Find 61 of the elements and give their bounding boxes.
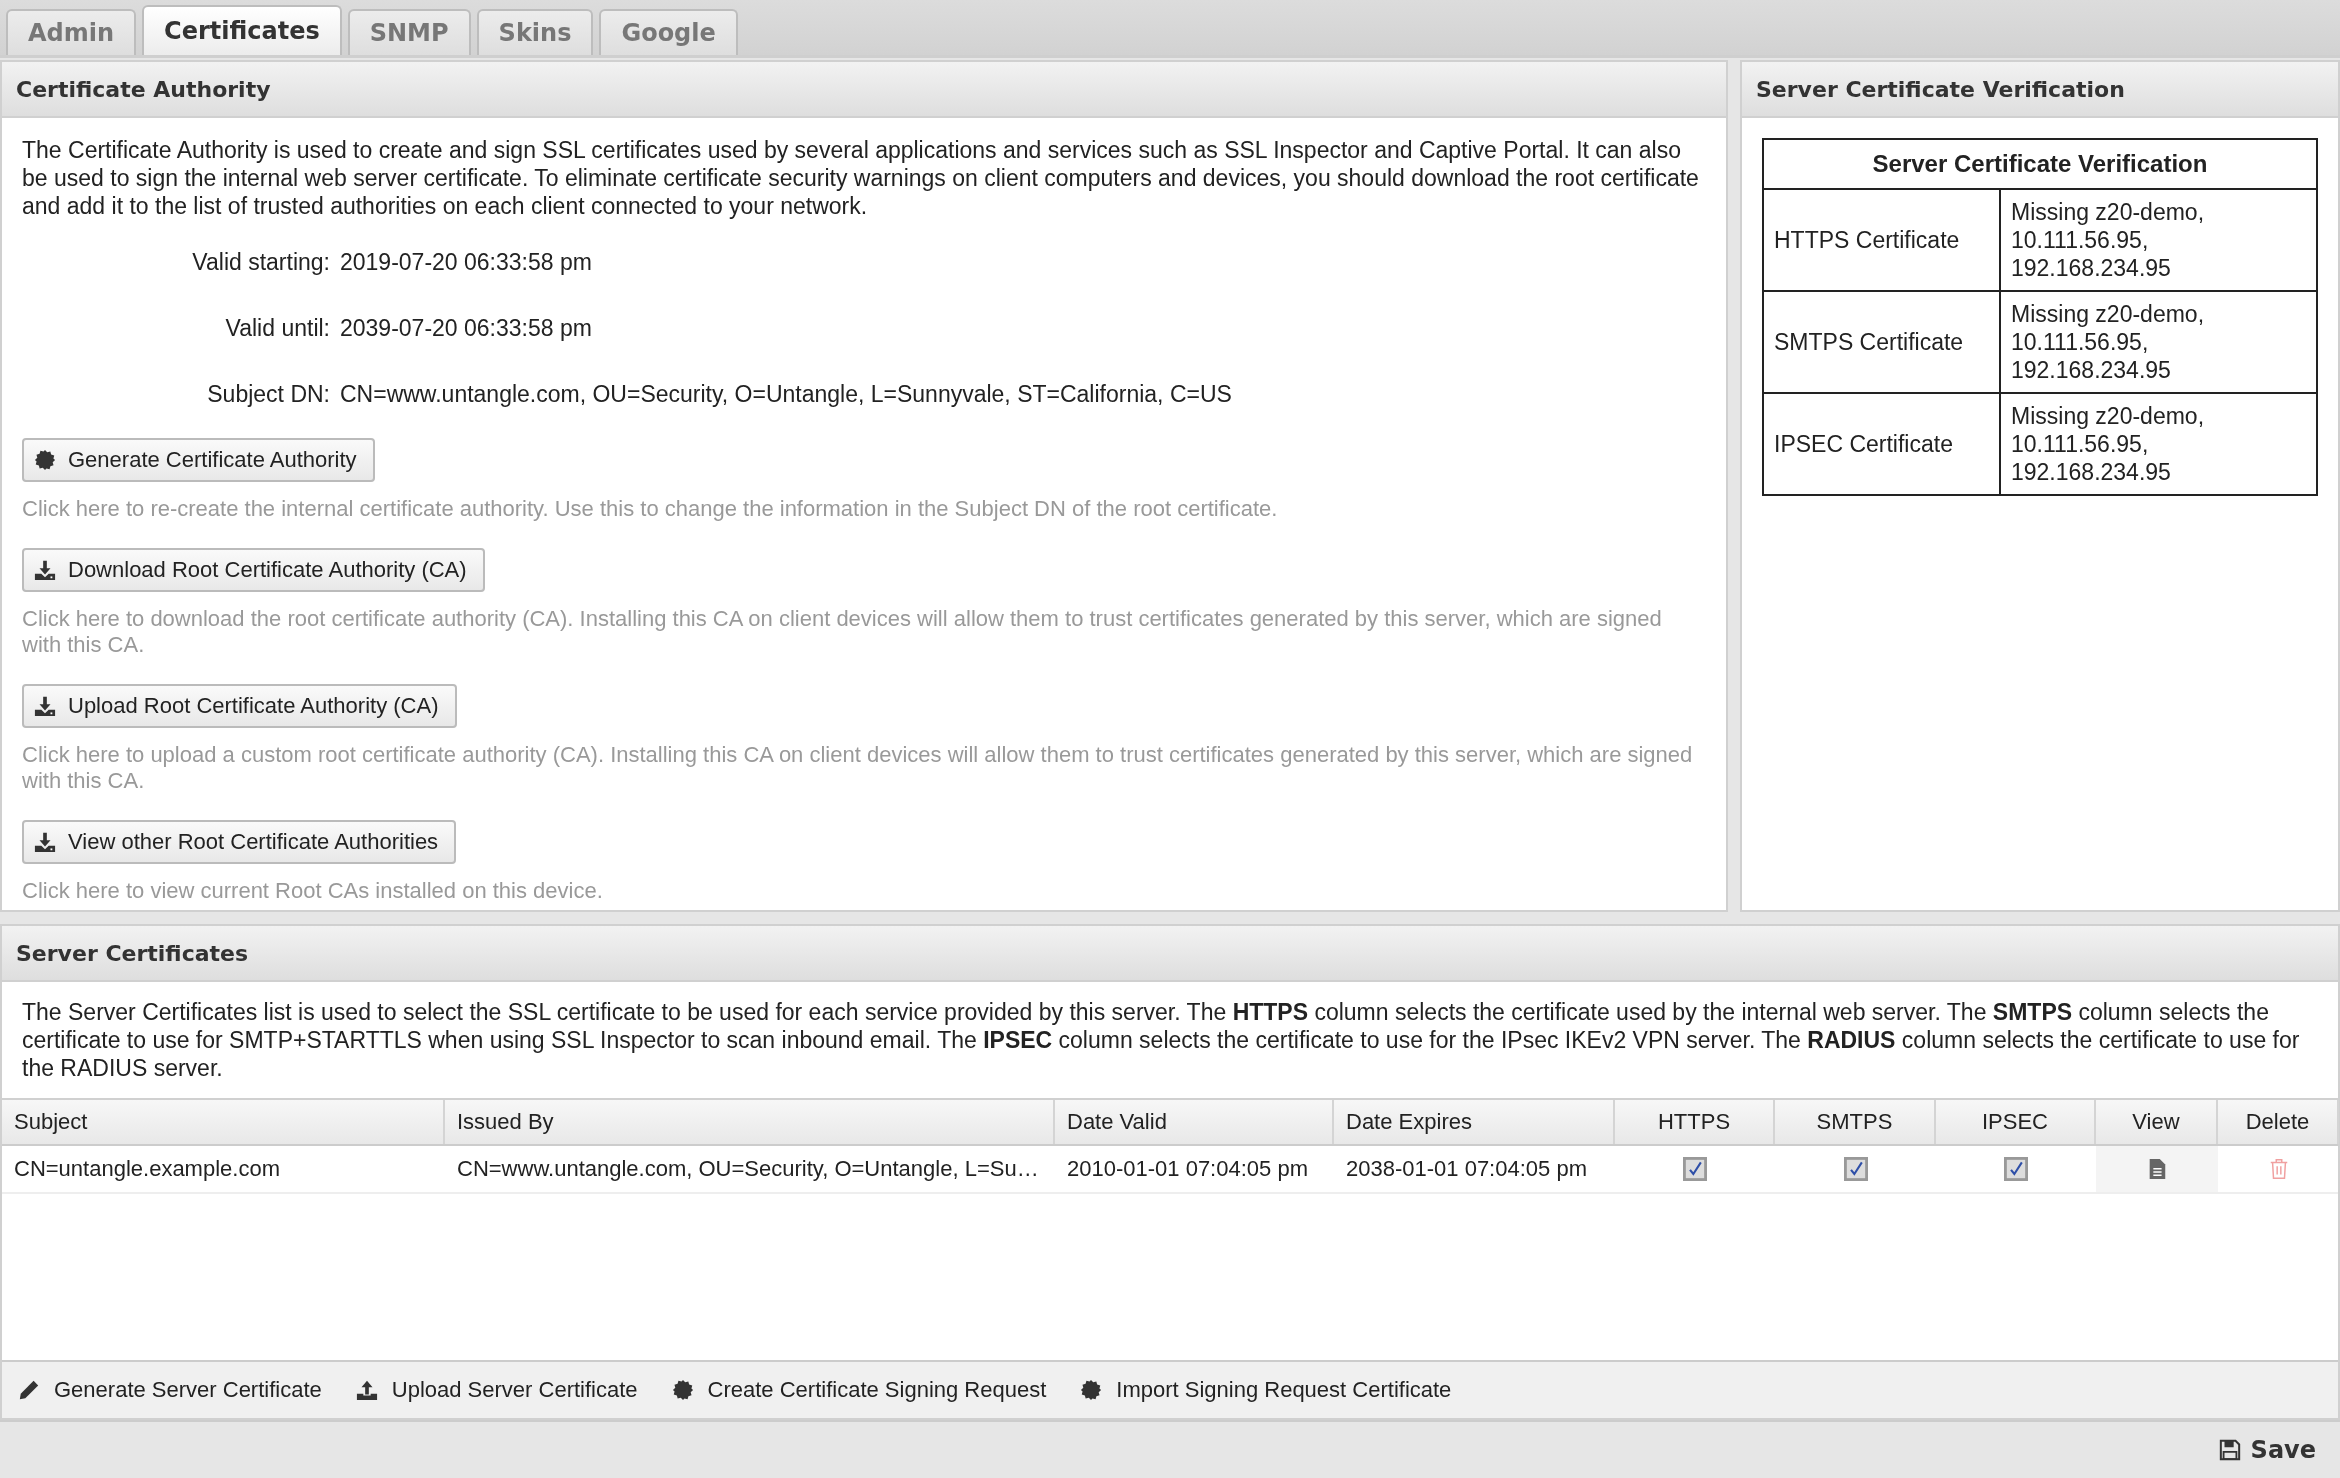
upload-icon [355, 1379, 378, 1401]
checkbox[interactable] [1683, 1157, 1707, 1181]
field-value: 2039-07-20 06:33:58 pm [340, 314, 593, 342]
field-label: Subject DN: [206, 380, 330, 408]
panel-title: Server Certificate Verification [1742, 62, 2338, 118]
column-header[interactable]: Delete [2218, 1100, 2339, 1144]
column-header[interactable]: Date Expires [1334, 1100, 1615, 1144]
column-header[interactable]: IPSEC [1936, 1100, 2096, 1144]
table-cell-text: 2010-01-01 07:04:05 pm [1066, 1155, 1309, 1183]
panel-title: Server Certificates [2, 926, 2338, 982]
field-value: 2019-07-20 06:33:58 pm [340, 248, 593, 276]
toolbar-button[interactable]: Generate Server Certificate [18, 1377, 322, 1403]
table-cell-text: CN=untangle.example.com [13, 1155, 281, 1183]
table-cell: HTTPS Certificate [1763, 189, 2000, 291]
column-header[interactable]: Issued By [445, 1100, 1055, 1144]
action-button[interactable]: Download Root Certificate Authority (CA) [22, 548, 485, 592]
table-cell-text: CN=www.untangle.com, OU=Security, O=Untangle, L=Su… [456, 1155, 1040, 1183]
hint-text: Click here to download the root certificate authority (CA). Installing this CA on client devices will allow them to trust certificates generated by this server, which are signed with this CA. [22, 606, 1663, 658]
download-icon [34, 831, 56, 853]
description-text: The Certificate Authority is used to create and sign SSL certificates used by several applications and services such as SSL Inspector and Captive Portal. It can also be used to sign the internal web server certificate. To eliminate certificate security warnings on client computers and devices, you should download the root certificate and add it to the list of trusted authorities on each client connected to your network. [22, 136, 1700, 220]
hint-text: Click here to re-create the internal certificate authority. Use this to change the information in the Subject DN of the root certificate. [22, 496, 1279, 522]
tab[interactable]: Certificates [142, 5, 342, 55]
seal-icon [671, 1379, 694, 1401]
column-header[interactable]: SMTPS [1775, 1100, 1936, 1144]
action-button[interactable]: View other Root Certificate Authorities [22, 820, 457, 864]
hint-text: Click here to upload a custom root certificate authority (CA). Installing this CA on client devices will allow them to trust certificates generated by this server, which are signed with this CA. [22, 742, 1694, 794]
column-header[interactable]: View [2096, 1100, 2218, 1144]
toolbar-button[interactable]: Create Certificate Signing Request [671, 1377, 1047, 1403]
table-cell: Missing z20-demo, 10.111.56.95, 192.168.234.95 [2000, 189, 2317, 291]
table-cell-text: 2038-01-01 07:04:05 pm [1345, 1155, 1588, 1183]
table-cell: IPSEC Certificate [1763, 393, 2000, 495]
hint-text: Click here to view current Root CAs installed on this device. [22, 878, 604, 904]
tab[interactable]: Google [599, 9, 738, 55]
download-icon [34, 559, 56, 581]
pencil-icon [18, 1379, 40, 1401]
seal-icon [34, 449, 56, 471]
toolbar-button[interactable]: Import Signing Request Certificate [1080, 1377, 1452, 1403]
column-header[interactable]: HTTPS [1615, 1100, 1775, 1144]
action-button[interactable]: Generate Certificate Authority [22, 438, 375, 482]
toolbar-button[interactable]: Upload Server Certificate [355, 1377, 638, 1403]
save-icon [2218, 1439, 2241, 1461]
table-cell: SMTPS Certificate [1763, 291, 2000, 393]
checkbox[interactable] [1843, 1157, 1868, 1181]
table-cell: Missing z20-demo, 10.111.56.95, 192.168.234.95 [2000, 291, 2317, 393]
action-button[interactable]: Upload Root Certificate Authority (CA) [22, 684, 457, 728]
checkbox[interactable] [2004, 1157, 2028, 1181]
field-label: Valid starting: [191, 248, 330, 276]
tab[interactable]: Admin [6, 9, 137, 55]
column-header[interactable]: Subject [2, 1100, 445, 1144]
field-value: CN=www.untangle.com, OU=Security, O=Untangle, L=Sunnyvale, ST=California, C=US [340, 380, 1233, 408]
table-title: Server Certificate Verification [1763, 139, 2317, 189]
description-text: The Server Certificates list is used to select the SSL certificate to be used for each service provided by this server. The HTTPS column selects the certificate used by the internal web server. The SMTPS column selects the certificate to use for SMTP+STARTTLS when using SSL Inspector to scan inbound email. The IPSEC column selects the certificate to use for the IPsec IKEv2 VPN server. The RADIUS column selects the certificate to use for the RADIUS server. [21, 998, 2301, 1083]
seal-icon [1080, 1379, 1103, 1401]
panel-title: Certificate Authority [2, 62, 1726, 118]
table-cell: Missing z20-demo, 10.111.56.95, 192.168.234.95 [2000, 393, 2317, 495]
download-icon [34, 695, 56, 717]
column-header[interactable]: Date Valid [1055, 1100, 1334, 1144]
field-label: Valid until: [224, 314, 330, 342]
save-button[interactable]: Save [2214, 1432, 2320, 1468]
tab[interactable]: Skins [476, 9, 594, 55]
tab[interactable]: SNMP [347, 9, 471, 55]
